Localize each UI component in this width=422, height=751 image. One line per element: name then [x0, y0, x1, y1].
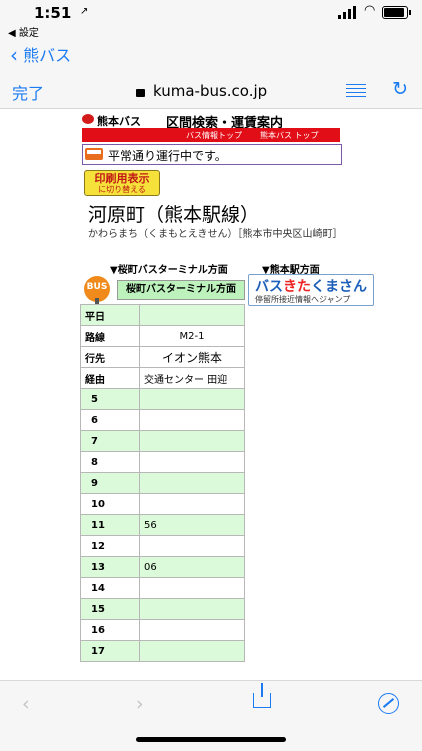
hour-cell: 7: [80, 430, 140, 452]
share-icon[interactable]: [253, 683, 271, 708]
chevron-left-icon: ‹: [10, 43, 18, 67]
signal-bar: [343, 12, 346, 19]
hour-cell: 13: [80, 556, 140, 578]
bus-icon: [85, 148, 103, 160]
wifi-icon: ◠: [364, 3, 376, 18]
hour-cell: 5: [80, 388, 140, 410]
hour-cell: 6: [80, 409, 140, 431]
minutes-cell: [139, 640, 245, 662]
day-type-blank: [139, 304, 245, 326]
destination-label: 行先: [80, 346, 140, 368]
timetable-hour-row: 5: [80, 388, 245, 410]
return-to-settings-link[interactable]: ◀ 設定: [8, 24, 39, 39]
timetable-hour-row: 17: [80, 640, 245, 662]
timetable-hour-row: 11 56: [80, 514, 245, 536]
banner-title: バスきたくまさん: [255, 276, 367, 296]
hour-cell: 14: [80, 577, 140, 599]
destination-value: イオン熊本: [139, 346, 245, 368]
address-bar[interactable]: kuma-bus.co.jp: [136, 82, 267, 100]
forward-arrow-icon[interactable]: ›: [136, 693, 144, 715]
signal-bar: [353, 6, 356, 19]
done-button[interactable]: 完了: [12, 80, 44, 104]
status-time: 1:51: [34, 4, 72, 22]
via-label: 経由: [80, 367, 140, 389]
logo-text: 熊本バス: [97, 115, 141, 128]
minutes-cell: [139, 451, 245, 473]
status-bar: 1:51 ↗ ◠: [0, 0, 422, 22]
timetable-hour-row: 12: [80, 535, 245, 557]
header-link-bar: バス情報トップ 熊本バス トップ: [82, 128, 340, 142]
timetable-hour-row: 6: [80, 409, 245, 431]
reload-icon[interactable]: ↻: [392, 78, 408, 100]
bus-info-top-link[interactable]: バス情報トップ: [186, 130, 242, 141]
minutes-cell: [139, 535, 245, 557]
url-text: kuma-bus.co.jp: [153, 82, 268, 100]
stop-name: 河原町（熊本駅線）: [88, 204, 260, 226]
browser-bar: 完了 kuma-bus.co.jp ↻: [0, 74, 422, 109]
home-indicator[interactable]: [136, 737, 286, 742]
hour-cell: 11: [80, 514, 140, 536]
kumamoto-bus-logo-icon: [82, 114, 94, 124]
minutes-cell: 06: [139, 556, 245, 578]
timetable-hour-row: 8: [80, 451, 245, 473]
minutes-cell: [139, 577, 245, 599]
hour-cell: 15: [80, 598, 140, 620]
lock-icon: [136, 89, 145, 97]
banner-part1: バス: [255, 279, 283, 295]
stop-reading: かわらまち（くまもとえきせん）［熊本市中央区山崎町］: [88, 229, 343, 240]
minutes-cell: [139, 388, 245, 410]
compass-icon[interactable]: [378, 693, 399, 714]
timetable-hour-row: 15: [80, 598, 245, 620]
timetable-hour-row: 9: [80, 472, 245, 494]
print-button-line2: に切り替える: [98, 185, 146, 194]
reader-mode-icon[interactable]: [346, 84, 366, 100]
hour-cell: 12: [80, 535, 140, 557]
minutes-cell: [139, 409, 245, 431]
back-button[interactable]: ‹ 熊バス: [10, 42, 72, 67]
via-value: 交通センター 田迎: [139, 367, 245, 389]
service-notice: 平常通り運行中です。: [82, 144, 342, 165]
bus-stop-icon: BUS: [84, 276, 110, 306]
banner-part3: くまさん: [311, 279, 367, 295]
kumamoto-bus-top-link[interactable]: 熊本バス トップ: [260, 130, 319, 141]
route-value: M2-1: [139, 325, 245, 347]
notice-text: 平常通り運行中です。: [108, 149, 227, 163]
signal-bar: [348, 9, 351, 19]
print-view-button[interactable]: 印刷用表示 に切り替える: [84, 170, 160, 196]
print-button-line1: 印刷用表示: [94, 172, 150, 185]
status-icons: ◠: [338, 3, 411, 19]
timetable-hour-row: 16: [80, 619, 245, 641]
day-type: 平日: [80, 304, 140, 326]
timetable-hour-row: 14: [80, 577, 245, 599]
minutes-cell: [139, 493, 245, 515]
location-arrow-icon: ↗: [80, 6, 89, 17]
timetable-hour-row: 10: [80, 493, 245, 515]
minutes-cell: [139, 472, 245, 494]
web-page: 熊本バス 区間検索・運賃案内 バス情報トップ 熊本バス トップ 平常通り運行中で…: [0, 108, 422, 680]
back-arrow-icon[interactable]: ‹: [22, 693, 30, 715]
hour-cell: 10: [80, 493, 140, 515]
hour-cell: 9: [80, 472, 140, 494]
app-nav-bar: ◀ 設定 ‹ 熊バス: [0, 22, 422, 74]
minutes-cell: [139, 619, 245, 641]
hour-cell: 16: [80, 619, 140, 641]
battery-icon: [382, 6, 411, 19]
timetable-hour-row: 7: [80, 430, 245, 452]
bus-kita-kumasan-banner[interactable]: バスきたくまさん 停留所接近情報へジャンプ: [248, 274, 374, 306]
hour-cell: 8: [80, 451, 140, 473]
minutes-cell: [139, 430, 245, 452]
direction-label-sakuramachi: ▼桜町バスターミナル方面: [110, 265, 228, 276]
timetable: 平日 路線 M2-1 行先 イオン熊本 経由 交通センター 田迎 5 6 7 8 9 10…: [80, 304, 245, 662]
signal-icon: [338, 15, 341, 19]
back-button-label: 熊バス: [23, 46, 72, 65]
sakuramachi-direction-button[interactable]: 桜町バスターミナル方面: [117, 280, 245, 300]
hour-cell: 17: [80, 640, 140, 662]
banner-part2: きた: [283, 279, 311, 295]
route-label: 路線: [80, 325, 140, 347]
minutes-cell: [139, 598, 245, 620]
site-header: 熊本バス 区間検索・運賃案内: [82, 112, 340, 131]
banner-tagline: 停留所接近情報へジャンプ: [255, 295, 351, 304]
timetable-hour-row: 13 06: [80, 556, 245, 578]
minutes-cell: 56: [139, 514, 245, 536]
